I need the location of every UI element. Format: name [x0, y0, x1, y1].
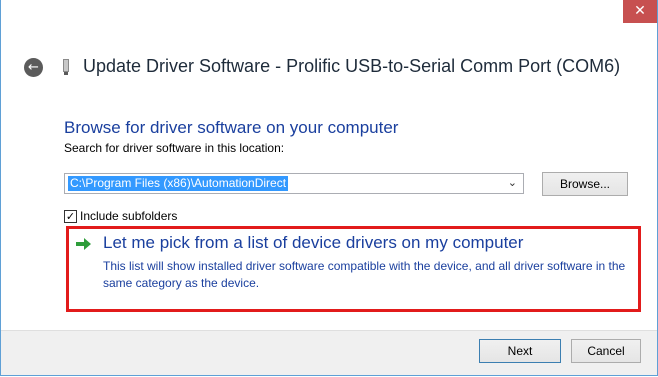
include-subfolders-label[interactable]: Include subfolders: [80, 209, 177, 223]
green-arrow-icon: [76, 238, 91, 250]
back-button[interactable]: ←: [24, 58, 43, 77]
dialog-footer: Next Cancel: [1, 330, 657, 375]
back-arrow-icon: ←: [28, 60, 39, 75]
usb-device-icon: [63, 59, 69, 75]
search-location-label: Search for driver software in this locat…: [64, 141, 285, 155]
cancel-button[interactable]: Cancel: [571, 339, 641, 363]
driver-path-value: C:\Program Files (x86)\AutomationDirect: [68, 176, 289, 191]
window-title: Update Driver Software - Prolific USB-to…: [83, 56, 621, 76]
include-subfolders-checkbox[interactable]: ✓: [64, 210, 77, 223]
pick-from-list-title[interactable]: Let me pick from a list of device driver…: [103, 233, 523, 253]
pick-from-list-description: This list will show installed driver sof…: [103, 259, 626, 290]
browse-button[interactable]: Browse...: [542, 172, 628, 196]
update-driver-dialog: ✕ ← Update Driver Software - Prolific US…: [0, 0, 658, 376]
chevron-down-icon[interactable]: ⌄: [508, 176, 517, 189]
driver-path-input[interactable]: C:\Program Files (x86)\AutomationDirect …: [64, 173, 524, 194]
checkmark-icon: ✓: [65, 210, 76, 223]
page-heading: Browse for driver software on your compu…: [64, 118, 399, 137]
dialog-header: ← Update Driver Software - Prolific USB-…: [1, 55, 657, 83]
close-icon: ✕: [634, 3, 646, 19]
next-button[interactable]: Next: [479, 339, 561, 363]
pick-from-list-link[interactable]: Let me pick from a list of device driver…: [74, 233, 634, 303]
close-button[interactable]: ✕: [623, 0, 657, 23]
title-bar: ✕: [1, 0, 657, 29]
